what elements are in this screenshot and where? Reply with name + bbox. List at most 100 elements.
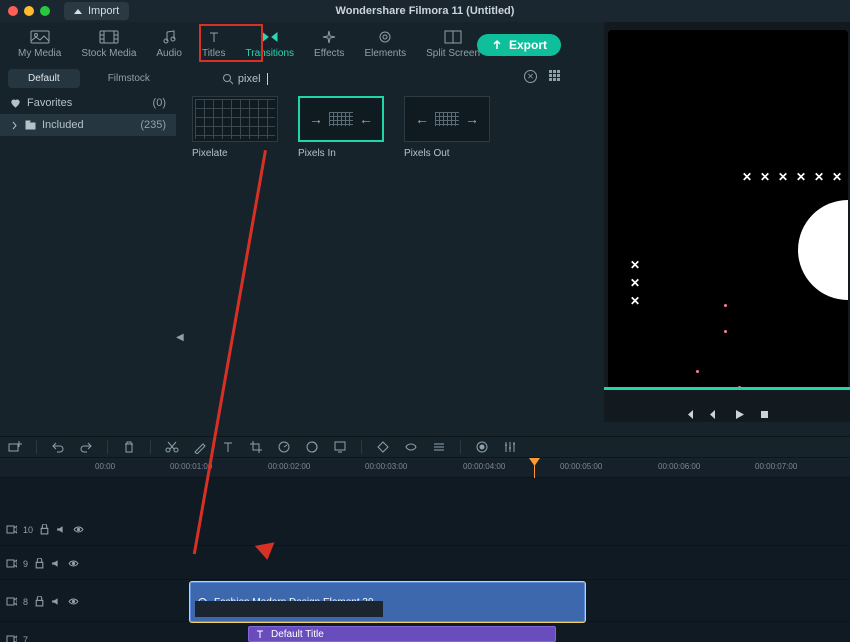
lock-icon[interactable] [34,558,45,569]
dot-icon [724,330,727,333]
clip-element[interactable]: Fashion Modern Design Element 39 [190,582,585,622]
track-header[interactable]: 10 [0,514,92,545]
track-add-icon[interactable] [8,440,22,454]
stop-button[interactable] [759,407,770,418]
tab-label: Stock Media [81,48,136,59]
tab-audio[interactable]: Audio [146,26,192,65]
timeline-ruler[interactable]: 00:00 00:00:01:00 00:00:02:00 00:00:03:0… [0,460,850,478]
preview-progress[interactable] [604,387,850,390]
split-button[interactable] [165,440,179,454]
sidebar-item-included[interactable]: Included (235) [0,114,176,136]
import-arrow-icon [74,9,82,14]
undo-button[interactable] [51,440,65,454]
redo-button[interactable] [79,440,93,454]
sidebar-count: (0) [153,97,166,109]
crop-button[interactable] [249,440,263,454]
import-button[interactable]: Import [64,2,129,20]
collapse-sidebar-icon[interactable]: ◀ [176,332,184,343]
film-icon [99,30,119,44]
eye-icon[interactable] [68,558,79,569]
subtab-default[interactable]: Default [8,69,80,88]
subtab-filmstock[interactable]: Filmstock [88,69,170,88]
grid-view-icon[interactable] [549,70,560,83]
window-title: Wondershare Filmora 11 (Untitled) [336,5,515,17]
preview-canvas: ✕ ✕ ✕ ✕ ✕ ✕ ✕ ✕ ✕ [608,30,848,390]
dot-icon [724,304,727,307]
export-button[interactable]: Export [477,34,561,56]
track-header[interactable]: 7 [0,624,92,642]
timeline-toolbar [0,436,850,458]
transition-item-pixelate[interactable]: Pixelate [192,96,282,426]
mute-icon[interactable] [56,524,67,535]
tab-effects[interactable]: Effects [304,26,354,65]
export-arrow-icon [491,39,503,51]
tab-my-media[interactable]: My Media [8,26,71,65]
lock-icon[interactable] [34,596,45,607]
ruler-tick: 00:00:07:00 [755,462,797,471]
mixer-button[interactable] [503,440,517,454]
speed-button[interactable] [277,440,291,454]
transition-item-pixels-out[interactable]: ←→ Pixels Out [404,96,494,426]
track-row: 9 [0,548,850,580]
transition-item-pixels-in[interactable]: →← Pixels In [298,96,388,426]
mute-icon[interactable] [51,596,62,607]
dot-icon [696,370,699,373]
annotation-highlight [199,24,263,62]
maximize-window-icon[interactable] [40,6,50,16]
track-number: 9 [23,559,28,569]
window-controls[interactable] [8,6,50,16]
step-back-button[interactable] [709,407,720,418]
tab-elements[interactable]: Elements [354,26,416,65]
ruler-tick: 00:00:06:00 [658,462,700,471]
track-number: 8 [23,597,28,607]
keyframe-button[interactable] [376,440,390,454]
settings-button[interactable] [432,440,446,454]
thumb-preview: ←→ [404,96,490,142]
video-icon [6,524,17,535]
thumb-label: Pixelate [192,148,282,159]
annotation-arrowhead [255,542,277,561]
sidebar-count: (235) [140,119,166,131]
mute-icon[interactable] [51,558,62,569]
record-button[interactable] [475,440,489,454]
close-window-icon[interactable] [8,6,18,16]
x-mark-icon: ✕ [760,170,770,184]
edit-button[interactable] [193,440,207,454]
x-mark-icon: ✕ [630,294,640,308]
track-row: 10 [0,514,850,546]
shapes-icon [375,30,395,44]
preview-panel: ✕ ✕ ✕ ✕ ✕ ✕ ✕ ✕ ✕ [604,22,850,422]
sidebar-item-favorites[interactable]: Favorites (0) [0,92,176,114]
delete-button[interactable] [122,440,136,454]
minimize-window-icon[interactable] [24,6,34,16]
screen-button[interactable] [333,440,347,454]
text-icon [255,629,265,639]
ruler-tick: 00:00:05:00 [560,462,602,471]
ruler-tick: 00:00:03:00 [365,462,407,471]
split-icon [443,30,463,44]
marker-button[interactable] [404,440,418,454]
prev-frame-button[interactable] [684,407,695,418]
track-header[interactable]: 8 [0,582,92,621]
track-header[interactable]: 9 [0,548,92,579]
export-label: Export [509,38,547,52]
video-icon [6,596,17,607]
ruler-tick: 00:00:04:00 [463,462,505,471]
transition-grid: Pixelate →← Pixels In ←→ Pixels Out [176,92,580,430]
track-number: 10 [23,525,33,535]
tab-stock-media[interactable]: Stock Media [71,26,146,65]
search-input[interactable]: pixel [222,73,268,85]
clear-search-icon[interactable]: ✕ [524,70,537,83]
color-button[interactable] [305,440,319,454]
clip-title[interactable]: Default Title [248,626,556,642]
eye-icon[interactable] [68,596,79,607]
thumb-preview: →← [298,96,384,142]
tab-label: Elements [364,48,406,59]
text-cursor [267,73,268,85]
play-button[interactable] [734,407,745,418]
eye-icon[interactable] [73,524,84,535]
lock-icon[interactable] [39,524,50,535]
text-tool-button[interactable] [221,440,235,454]
white-circle [798,200,848,300]
track-row: 8 Fashion Modern Design Element 39 [0,582,850,622]
